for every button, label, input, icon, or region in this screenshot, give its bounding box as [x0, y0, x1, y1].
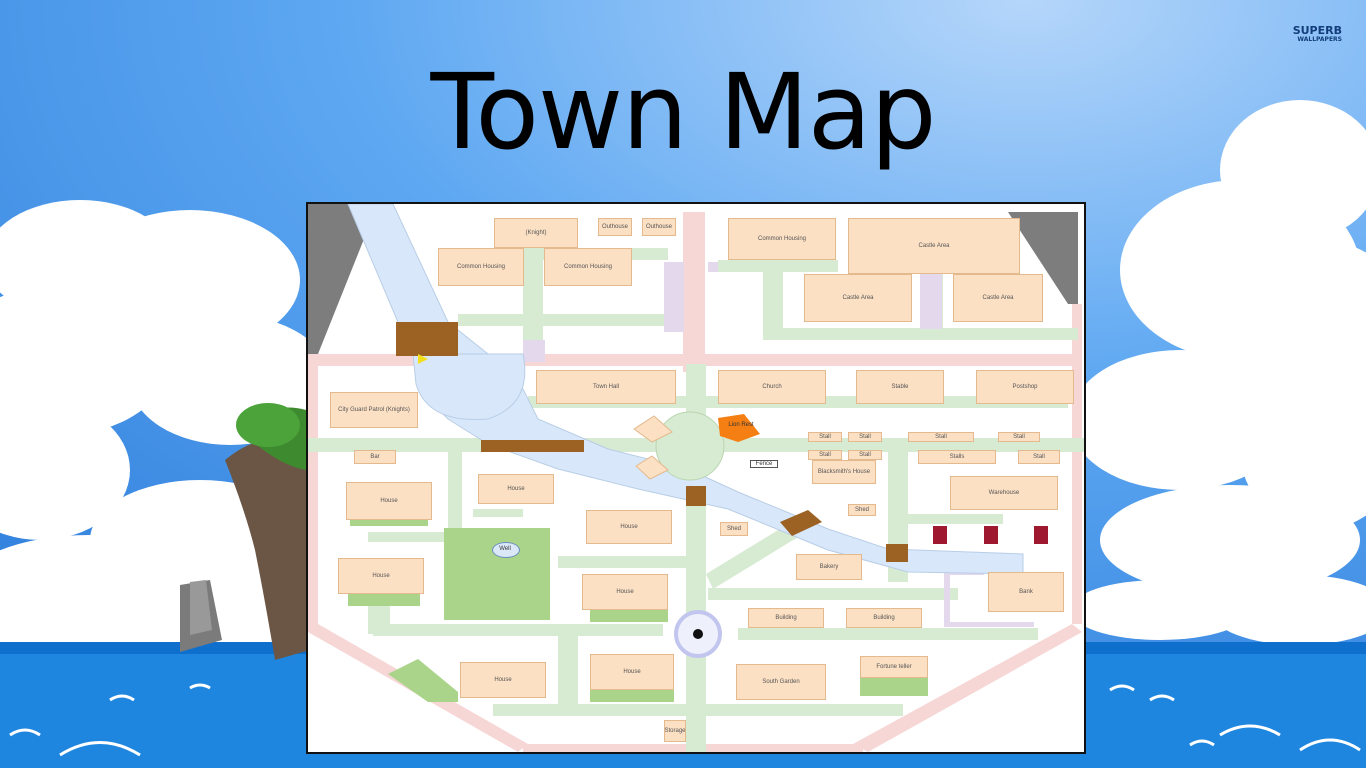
house-center-3: House: [582, 574, 668, 610]
fountain-icon: [674, 610, 722, 658]
building-1: Building: [748, 608, 824, 628]
postshop: Postshop: [976, 370, 1074, 404]
blacksmith-house: Blacksmith's House: [812, 460, 876, 484]
slide-title: Town Map: [430, 51, 937, 173]
fortune-teller: Fortune teller: [860, 656, 928, 678]
town-hall: Town Hall: [536, 370, 676, 404]
knight-building: (Knight): [494, 218, 578, 248]
stall-5: Stall: [808, 450, 842, 460]
house-center-1: House: [478, 474, 554, 504]
bakery: Bakery: [796, 554, 862, 580]
house-west-1: House: [346, 482, 432, 520]
building-2: Building: [846, 608, 922, 628]
church: Church: [718, 370, 826, 404]
fence-label: Fence: [750, 460, 778, 468]
common-housing-1: Common Housing: [438, 248, 524, 286]
stalls-row: Stalls: [918, 450, 996, 464]
common-housing-2: Common Housing: [544, 248, 632, 286]
stall-6: Stall: [848, 450, 882, 460]
watermark-line1: SUPERB: [1292, 24, 1342, 37]
stall-4: Stall: [998, 432, 1040, 442]
castle-area-left: Castle Area: [804, 274, 912, 322]
house-center-2: House: [586, 510, 672, 544]
south-garden: South Garden: [736, 664, 826, 700]
stall-2: Stall: [848, 432, 882, 442]
storage-hut: Storage: [664, 720, 686, 742]
stable: Stable: [856, 370, 944, 404]
house-west-2: House: [338, 558, 424, 594]
castle-area-right: Castle Area: [953, 274, 1043, 322]
warehouse: Warehouse: [950, 476, 1058, 510]
stall-7: Stall: [1018, 450, 1060, 464]
orange-sign-shape: [718, 414, 760, 442]
bar-building: Bar: [354, 450, 396, 464]
stall-3: Stall: [908, 432, 974, 442]
watermark-line2: WALLPAPERS: [1297, 36, 1342, 43]
common-housing-3: Common Housing: [728, 218, 836, 260]
orange-sign-label: Lion Rest: [728, 422, 754, 428]
house-south-2: House: [590, 654, 674, 690]
city-guard-building: City Guard Patrol (Knights): [330, 392, 418, 428]
red-markers: [933, 526, 1048, 544]
stall-1: Stall: [808, 432, 842, 442]
shed-1: Shed: [848, 504, 876, 516]
shed-2: Shed: [720, 522, 748, 536]
town-map: (Knight) Outhouse Outhouse Common Housin…: [306, 202, 1086, 754]
well-label: Well: [499, 546, 511, 552]
castle-area-top: Castle Area: [848, 218, 1020, 274]
east-block: Bank: [988, 572, 1064, 612]
watermark-logo: SUPERB WALLPAPERS: [1292, 24, 1342, 44]
outhouse-1: Outhouse: [598, 218, 632, 236]
outhouse-2: Outhouse: [642, 218, 676, 236]
house-south-1: House: [460, 662, 546, 698]
